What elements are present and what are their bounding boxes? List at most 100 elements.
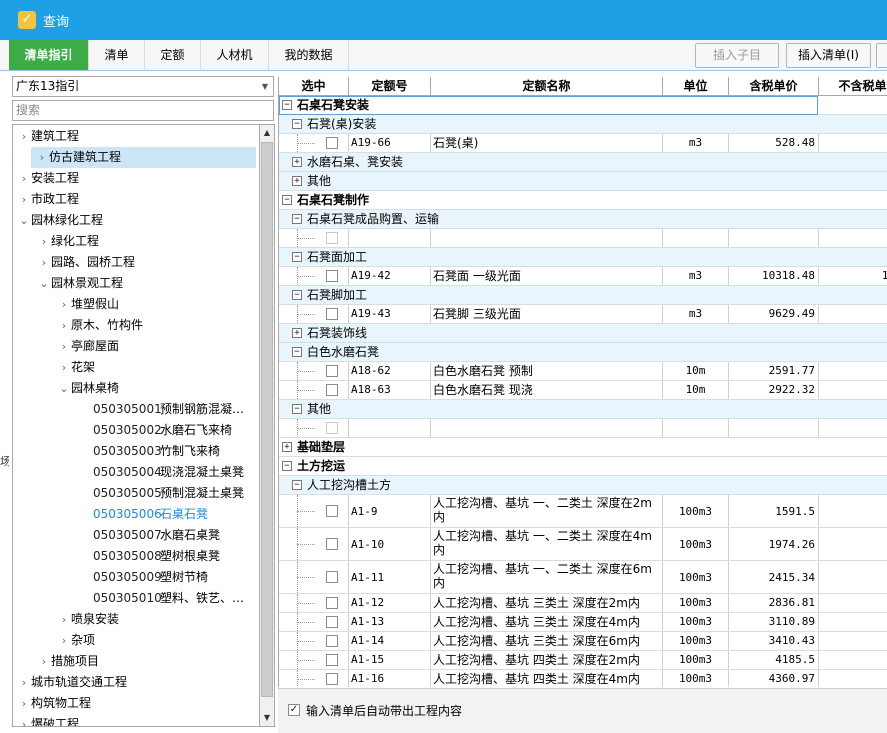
chevron-right-icon[interactable]: › bbox=[17, 189, 31, 210]
quota-row[interactable]: 1621591.5100m3人工挖沟槽、基坑 一、二类土 深度在2m内A1-9 bbox=[279, 495, 887, 528]
tree-node[interactable]: 050305003竹制飞来椅 bbox=[13, 441, 220, 462]
expand-icon[interactable]: + bbox=[292, 176, 302, 186]
expand-icon[interactable]: + bbox=[292, 328, 302, 338]
quota-row[interactable]: 44424360.97100m3人工挖沟槽、基坑 四类土 深度在4m内A1-16 bbox=[279, 670, 887, 687]
group-row[interactable]: + 基础垫层 bbox=[279, 438, 887, 457]
tree-node[interactable]: › 市政工程 bbox=[13, 189, 79, 210]
row-checkbox[interactable] bbox=[326, 538, 338, 550]
insert-list-button[interactable]: 插入清单(I) bbox=[786, 43, 871, 68]
tree-node[interactable]: › 绿化工程 bbox=[13, 231, 99, 252]
row-checkbox[interactable] bbox=[326, 270, 338, 282]
chevron-right-icon[interactable]: › bbox=[37, 252, 51, 273]
quota-row[interactable]: 34743410.43100m3人工挖沟槽、基坑 三类土 深度在6m内A1-14 bbox=[279, 632, 887, 651]
row-checkbox[interactable] bbox=[326, 654, 338, 666]
quota-row[interactable]: 25902591.7710m白色水磨石凳 预制A18-62 bbox=[279, 362, 887, 381]
tree-node[interactable]: 050305009塑树节椅 bbox=[13, 567, 208, 588]
tree-node[interactable]: 050305002水磨石飞来椅 bbox=[13, 420, 232, 441]
collapse-icon[interactable]: − bbox=[292, 252, 302, 262]
chevron-right-icon[interactable]: › bbox=[17, 672, 31, 693]
tree-scrollbar[interactable]: ▲ ▼ bbox=[259, 124, 275, 727]
auto-bring-checkbox[interactable]: ✓ bbox=[288, 704, 300, 716]
tab-my-data[interactable]: 我的数据 bbox=[269, 40, 349, 70]
empty-row[interactable] bbox=[279, 229, 887, 248]
chevron-right-icon[interactable]: › bbox=[57, 357, 71, 378]
more-button[interactable] bbox=[876, 43, 887, 68]
header-price-notax[interactable]: 不含税单价 bbox=[819, 77, 887, 96]
row-checkbox[interactable] bbox=[326, 673, 338, 685]
chevron-down-icon[interactable]: ⌄ bbox=[17, 210, 31, 231]
subgroup-row[interactable]: − 石桌石凳成品购置、运输 bbox=[279, 210, 887, 229]
empty-row[interactable] bbox=[279, 419, 887, 438]
tree-node[interactable]: › 堆塑假山 bbox=[13, 294, 119, 315]
tree-node[interactable]: › 亭廊屋面 bbox=[13, 336, 119, 357]
row-checkbox[interactable] bbox=[326, 365, 338, 377]
row-checkbox[interactable] bbox=[326, 635, 338, 647]
tree-node[interactable]: 050305010塑料、铁艺、… bbox=[13, 588, 244, 609]
chevron-right-icon[interactable]: › bbox=[35, 147, 49, 168]
collapse-icon[interactable]: − bbox=[282, 100, 292, 110]
tree-node[interactable]: › 爆破工程 bbox=[13, 714, 79, 726]
collapse-icon[interactable]: − bbox=[292, 347, 302, 357]
chevron-right-icon[interactable]: › bbox=[57, 336, 71, 357]
chevron-right-icon[interactable]: › bbox=[37, 651, 51, 672]
tab-labor-material-machine[interactable]: 人材机 bbox=[201, 40, 269, 70]
tree-node[interactable]: 050305007水磨石桌凳 bbox=[13, 525, 220, 546]
header-select[interactable]: 选中 bbox=[279, 77, 349, 96]
row-checkbox[interactable] bbox=[326, 384, 338, 396]
quota-row[interactable]: 31693110.89100m3人工挖沟槽、基坑 三类土 深度在4m内A1-13 bbox=[279, 613, 887, 632]
tree-node[interactable]: 050305006石桌石凳 bbox=[13, 504, 208, 525]
tree-node[interactable]: › 安装工程 bbox=[13, 168, 79, 189]
tree-node[interactable]: 050305004现浇混凝土桌凳 bbox=[13, 462, 244, 483]
collapse-icon[interactable]: − bbox=[292, 119, 302, 129]
chevron-right-icon[interactable]: › bbox=[57, 294, 71, 315]
subgroup-row[interactable]: − 石凳(桌)安装 bbox=[279, 115, 887, 134]
chevron-right-icon[interactable]: › bbox=[17, 693, 31, 714]
scroll-thumb[interactable] bbox=[261, 142, 273, 697]
quota-row[interactable]: 42644185.5100m3人工挖沟槽、基坑 四类土 深度在2m内A1-15 bbox=[279, 651, 887, 670]
row-checkbox[interactable] bbox=[326, 571, 338, 583]
tree-node[interactable]: › 仿古建筑工程 bbox=[31, 147, 256, 168]
tree-node[interactable]: ⌄ 园林景观工程 bbox=[13, 273, 123, 294]
group-row[interactable]: − 石桌石凳安装 bbox=[279, 96, 887, 115]
group-row[interactable]: − 石桌石凳制作 bbox=[279, 191, 887, 210]
chevron-down-icon[interactable]: ⌄ bbox=[37, 273, 51, 294]
tab-list-guide[interactable]: 清单指引 bbox=[9, 40, 89, 70]
row-checkbox[interactable] bbox=[326, 137, 338, 149]
quota-row[interactable]: 1027110318.48m3石凳面 一级光面A19-42 bbox=[279, 267, 887, 286]
subgroup-row[interactable]: + 其他 bbox=[279, 172, 887, 191]
row-checkbox[interactable] bbox=[326, 616, 338, 628]
tree-node[interactable]: › 园路、园桥工程 bbox=[13, 252, 135, 273]
collapse-icon[interactable]: − bbox=[292, 404, 302, 414]
subgroup-row[interactable]: + 水磨石桌、凳安装 bbox=[279, 153, 887, 172]
tree-node[interactable]: › 花架 bbox=[13, 357, 95, 378]
chevron-right-icon[interactable]: › bbox=[57, 630, 71, 651]
tree-node[interactable]: › 城市轨道交通工程 bbox=[13, 672, 127, 693]
quota-row[interactable]: 20111974.26100m3人工挖沟槽、基坑 一、二类土 深度在4m内A1-… bbox=[279, 528, 887, 561]
tree-node[interactable]: › 杂项 bbox=[13, 630, 95, 651]
scroll-down-arrow-icon[interactable]: ▼ bbox=[260, 710, 274, 726]
quota-row[interactable]: 24602415.34100m3人工挖沟槽、基坑 一、二类土 深度在6m内A1-… bbox=[279, 561, 887, 594]
chevron-right-icon[interactable]: › bbox=[57, 315, 71, 336]
header-price-tax[interactable]: 含税单价 bbox=[729, 77, 819, 96]
row-checkbox[interactable] bbox=[326, 308, 338, 320]
tree-node[interactable]: ⌄ 园林桌椅 bbox=[13, 378, 119, 399]
library-select[interactable]: 广东13指引 ▼ bbox=[12, 76, 274, 97]
collapse-icon[interactable]: − bbox=[292, 480, 302, 490]
search-input[interactable]: 搜索 bbox=[12, 100, 274, 121]
chevron-right-icon[interactable]: › bbox=[37, 231, 51, 252]
chevron-right-icon[interactable]: › bbox=[17, 714, 31, 726]
chevron-right-icon[interactable]: › bbox=[17, 168, 31, 189]
quota-row[interactable]: 29012922.3210m白色水磨石凳 现浇A18-63 bbox=[279, 381, 887, 400]
collapse-icon[interactable]: − bbox=[292, 214, 302, 224]
scroll-up-arrow-icon[interactable]: ▲ bbox=[260, 125, 274, 141]
subgroup-row[interactable]: − 石凳面加工 bbox=[279, 248, 887, 267]
chevron-right-icon[interactable]: › bbox=[57, 609, 71, 630]
tree-node[interactable]: 050305005预制混凝土桌凳 bbox=[13, 483, 244, 504]
tree-node[interactable]: › 喷泉安装 bbox=[13, 609, 119, 630]
tree-node[interactable]: › 措施项目 bbox=[13, 651, 99, 672]
tree-node[interactable]: › 原木、竹构件 bbox=[13, 315, 143, 336]
tree-node[interactable]: ⌄ 园林绿化工程 bbox=[13, 210, 103, 231]
row-checkbox[interactable] bbox=[326, 422, 338, 434]
subgroup-row[interactable]: − 其他 bbox=[279, 400, 887, 419]
tree-node[interactable]: › 建筑工程 bbox=[13, 126, 79, 147]
